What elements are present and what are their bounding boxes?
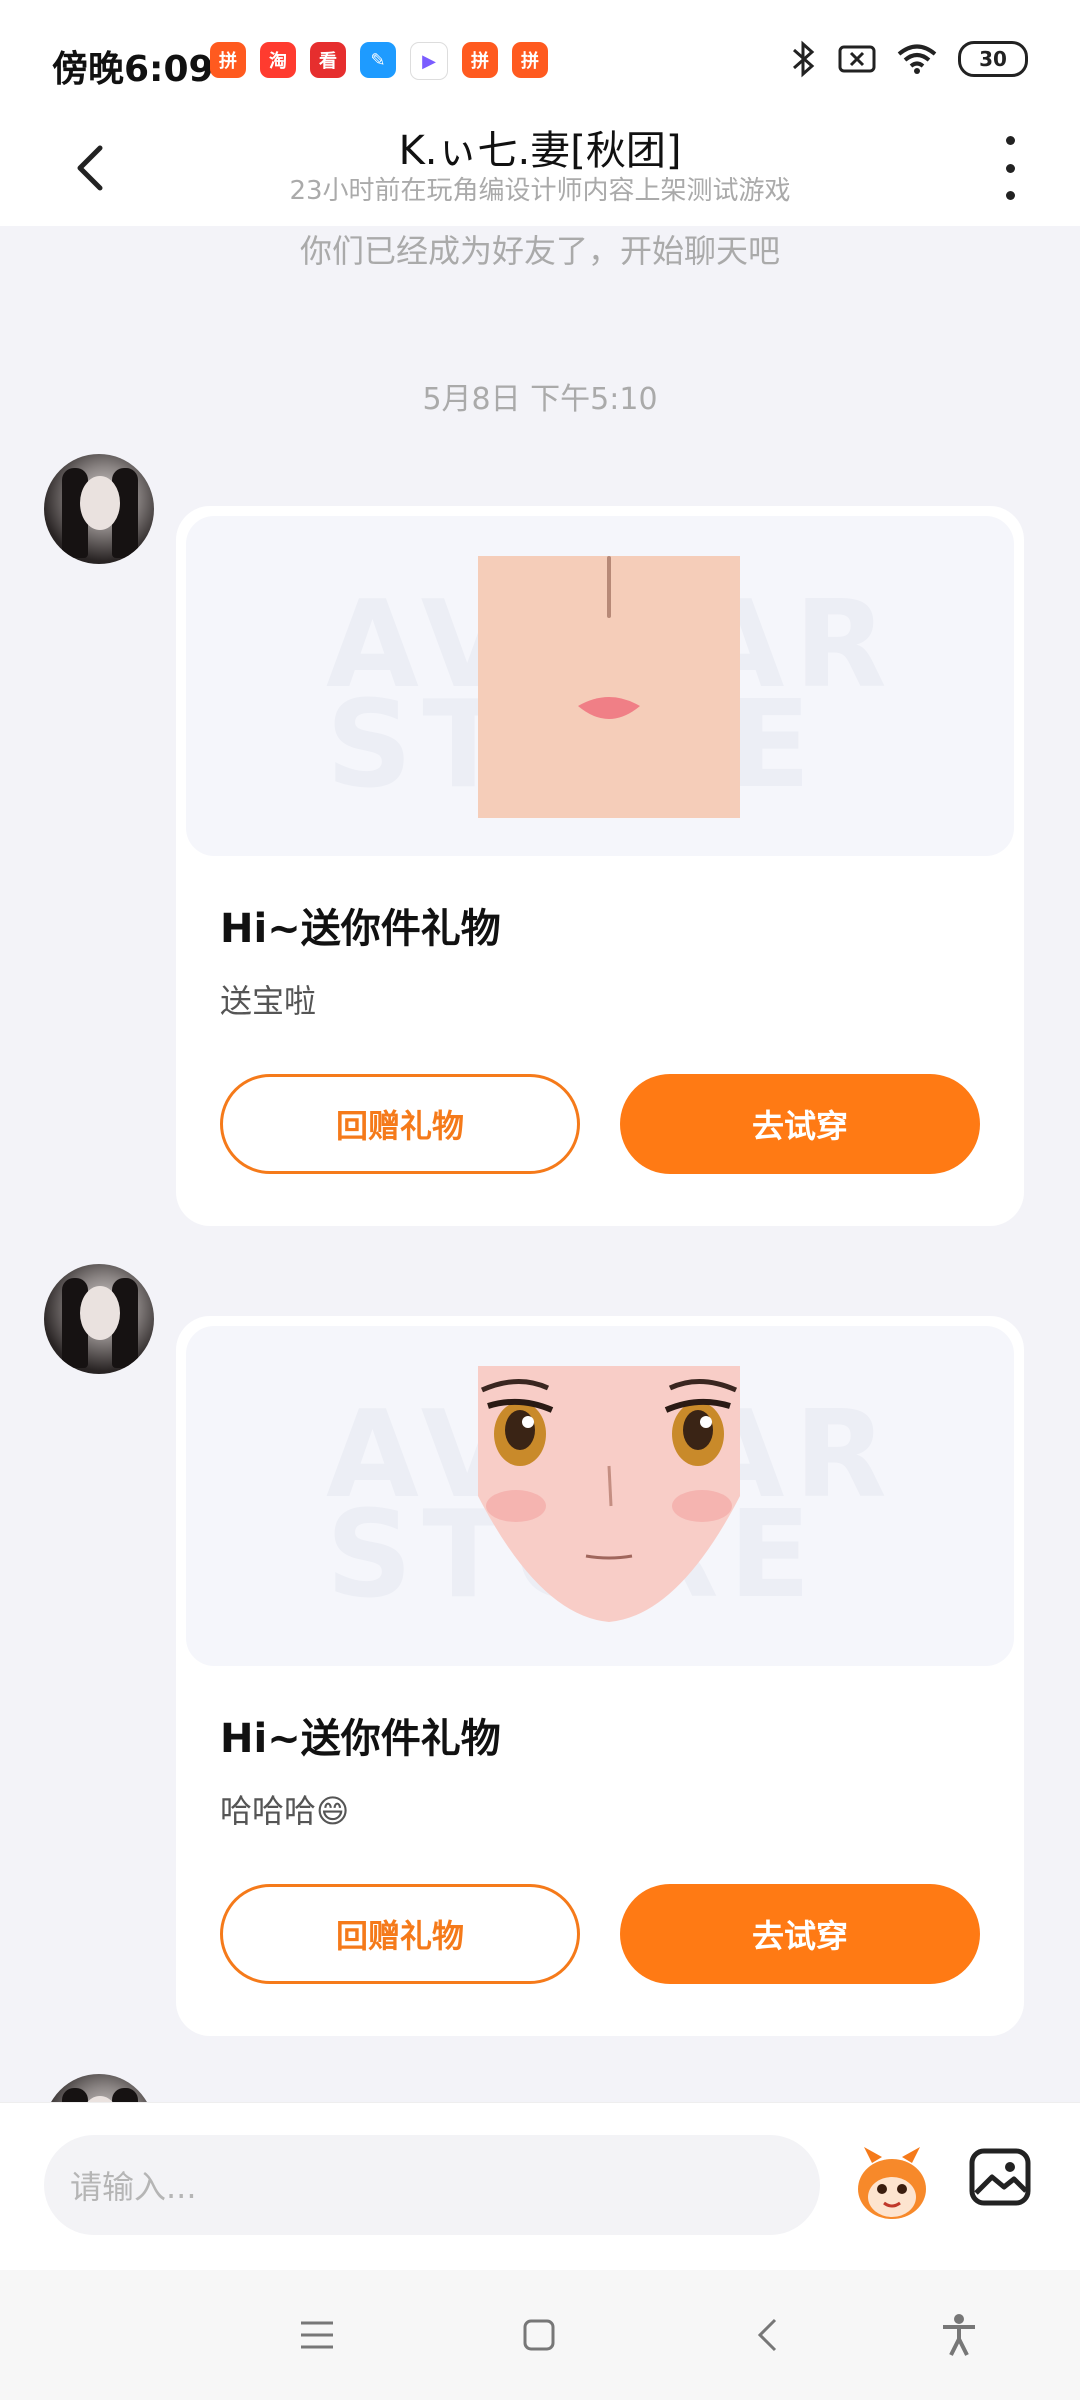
mascot-sticker-icon[interactable] — [852, 2145, 932, 2225]
back-nav-icon[interactable] — [742, 2310, 792, 2360]
gift-title: Hi~送你件礼物 — [220, 906, 501, 952]
gift-message: 哈哈哈😄 — [220, 1792, 350, 1830]
notes-icon: ✎ — [360, 42, 396, 78]
sender-avatar[interactable] — [44, 1264, 154, 1374]
wifi-icon — [897, 44, 937, 74]
sender-avatar[interactable] — [44, 454, 154, 564]
contact-status: 23小时前在玩角编设计师内容上架测试游戏 — [289, 176, 791, 206]
status-app-icons: 拼 淘 看 ✎ ▶ 拼 拼 — [210, 42, 548, 80]
gift-message: 送宝啦 — [220, 982, 317, 1020]
more-options-icon[interactable] — [980, 136, 1040, 200]
message-timestamp: 5月8日 下午5:10 — [422, 382, 658, 417]
home-nav-icon[interactable] — [514, 2310, 564, 2360]
gift-title: Hi~送你件礼物 — [220, 1716, 501, 1762]
status-time: 傍晚6:09 — [52, 49, 214, 90]
gift-preview[interactable]: AVATAR STORE — [186, 516, 1014, 856]
gift-preview[interactable]: AVATAR STORE — [186, 1326, 1014, 1666]
system-nav-bar — [0, 2270, 1080, 2400]
sender-avatar[interactable] — [44, 2074, 154, 2102]
try-on-button[interactable]: 去试穿 — [620, 1074, 980, 1174]
return-gift-button[interactable]: 回赠礼物 — [220, 1884, 580, 1984]
face-texture-image — [478, 556, 740, 818]
status-bar: 傍晚6:09 拼 淘 看 ✎ ▶ 拼 拼 30 — [0, 0, 1080, 110]
gift-card: AVATAR STORE Hi~送你件礼物 送宝啦 回赠礼物 去试穿 — [176, 506, 1024, 1226]
contact-name: K.ぃ七.妻[秋团] — [398, 128, 682, 174]
system-note: 你们已经成为好友了，开始聊天吧 — [299, 232, 780, 270]
anime-face-image — [478, 1366, 740, 1622]
try-on-button[interactable]: 去试穿 — [620, 1884, 980, 1984]
battery-indicator: 30 — [958, 41, 1028, 77]
status-right: 30 — [790, 40, 1028, 78]
accessibility-icon[interactable] — [934, 2310, 984, 2360]
message-input[interactable]: 请输入... — [44, 2135, 820, 2235]
taobao-icon: 淘 — [260, 42, 296, 78]
menu-nav-icon[interactable] — [292, 2310, 342, 2360]
chat-header: K.ぃ七.妻[秋团] 23小时前在玩角编设计师内容上架测试游戏 — [0, 110, 1080, 226]
pdd-icon-2: 拼 — [462, 42, 498, 78]
video-icon: ▶ — [410, 42, 448, 80]
gift-card: AVATAR STORE Hi~送你件礼物 哈哈哈😄 回赠礼物 — [176, 1316, 1024, 2036]
sim-off-icon — [838, 45, 876, 73]
pdd-icon: 拼 — [210, 42, 246, 78]
chat-area[interactable]: 你们已经成为好友了，开始聊天吧 5月8日 下午5:10 AVATAR STORE… — [0, 226, 1080, 2102]
kandian-icon: 看 — [310, 42, 346, 78]
pdd-icon-3: 拼 — [512, 42, 548, 78]
image-picker-icon[interactable] — [968, 2145, 1032, 2209]
message-input-bar: 请输入... — [0, 2102, 1080, 2271]
bluetooth-icon — [793, 40, 815, 78]
return-gift-button[interactable]: 回赠礼物 — [220, 1074, 580, 1174]
